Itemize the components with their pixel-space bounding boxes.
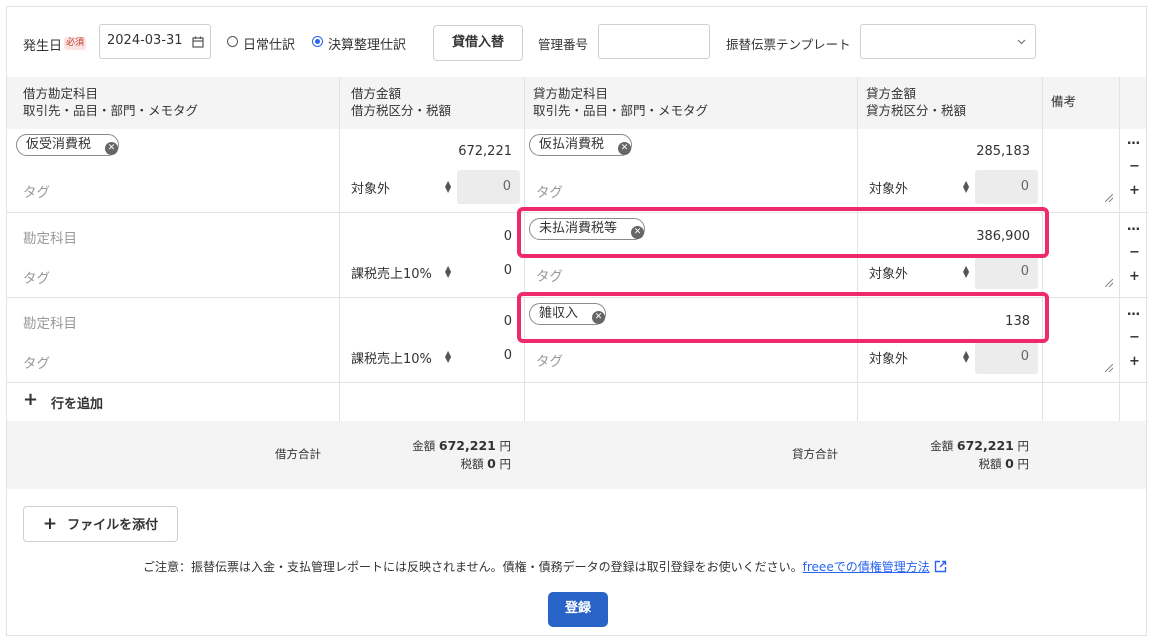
account-input[interactable]: 勘定科目: [23, 227, 77, 247]
tag-input[interactable]: タグ: [536, 265, 563, 285]
notice: ご注意：振替伝票は入金・支払管理レポートには反映されません。債権・債務データの登…: [143, 558, 947, 575]
credit-tax-category-select[interactable]: 対象外 ▲ ▼: [869, 348, 969, 368]
row-add-icon[interactable]: +: [1129, 183, 1140, 198]
col-memo: 備考: [1051, 94, 1077, 109]
chevron-down-icon: [1017, 39, 1026, 45]
swap-debit-credit-button[interactable]: 貸借入替: [433, 25, 523, 61]
tag-input[interactable]: タグ: [536, 350, 563, 370]
journal-entry-form: 発生日 必須 2024-03-31 日常仕訳 決算整理仕訳 貸借入替 管理番号 …: [6, 6, 1148, 636]
submit-button[interactable]: 登録: [548, 592, 608, 627]
debit-tax-amount[interactable]: 0: [457, 170, 520, 204]
row-more-icon[interactable]: …: [1127, 219, 1140, 234]
credit-tax-amount[interactable]: 0: [975, 340, 1038, 374]
debit-total-label: 借方合計: [275, 447, 321, 461]
radio-closing[interactable]: [312, 36, 323, 47]
debit-account-chip[interactable]: 仮受消費税 ✕: [16, 134, 120, 156]
row-more-icon[interactable]: …: [1127, 304, 1140, 319]
col-credit-account: 貸方勘定科目 取引先・品目・部門・メモタグ: [533, 86, 709, 118]
template-label: 振替伝票テンプレート: [726, 37, 851, 52]
required-badge: 必須: [64, 37, 87, 50]
radio-normal-label[interactable]: 日常仕訳: [243, 34, 295, 53]
plus-icon: +: [42, 514, 58, 534]
debit-tax-amount[interactable]: 0: [457, 348, 512, 363]
row-add-icon[interactable]: +: [1129, 269, 1140, 284]
issue-date-label: 発生日: [23, 39, 63, 54]
issue-date-value: 2024-03-31: [107, 33, 183, 48]
external-link-icon[interactable]: [934, 560, 947, 573]
debit-tax-amount[interactable]: 0: [457, 263, 512, 278]
credit-total-label: 貸方合計: [792, 447, 838, 461]
form-header: 発生日 必須 2024-03-31 日常仕訳 決算整理仕訳 貸借入替 管理番号 …: [7, 7, 1146, 77]
highlight-box: [517, 292, 1049, 343]
issue-date-input[interactable]: 2024-03-31: [99, 24, 211, 59]
col-credit-amount: 貸方金額 貸方税区分・税額: [866, 86, 967, 118]
col-debit-account: 借方勘定科目 取引先・品目・部門・メモタグ: [23, 86, 199, 118]
col-debit-amount: 借方金額 借方税区分・税額: [351, 86, 452, 118]
debit-tax-category-select[interactable]: 課税売上10% ▲ ▼: [351, 348, 451, 368]
row-remove-icon[interactable]: −: [1129, 159, 1140, 174]
row-add-icon[interactable]: +: [1129, 354, 1140, 369]
notice-link[interactable]: freeeでの債権管理方法: [803, 560, 930, 574]
credit-account-chip[interactable]: 仮払消費税 ✕: [529, 134, 633, 156]
totals-row: 借方合計 金額 672,221 円 税額 0 円 貸方合計 金額 672,221…: [7, 421, 1146, 489]
template-select[interactable]: [860, 24, 1036, 59]
radio-normal[interactable]: [227, 36, 238, 47]
highlight-box: [517, 207, 1049, 258]
memo-resize-handle[interactable]: [1105, 279, 1113, 287]
close-icon[interactable]: ✕: [618, 142, 632, 155]
manage-no-input[interactable]: [598, 24, 710, 59]
tag-input[interactable]: タグ: [536, 181, 563, 201]
debit-amount[interactable]: 0: [407, 314, 512, 329]
table-header: 借方勘定科目 取引先・品目・部門・メモタグ 借方金額 借方税区分・税額 貸方勘定科目…: [7, 77, 1146, 129]
debit-total: 金額 672,221 円 税額 0 円: [412, 438, 511, 471]
tag-input[interactable]: タグ: [23, 267, 50, 287]
credit-total: 金額 672,221 円 税額 0 円: [930, 438, 1029, 471]
row-more-icon[interactable]: …: [1127, 133, 1140, 148]
debit-amount[interactable]: 0: [407, 229, 512, 244]
row-remove-icon[interactable]: −: [1129, 330, 1140, 345]
calendar-icon[interactable]: [192, 36, 204, 48]
account-input[interactable]: 勘定科目: [23, 312, 77, 332]
credit-tax-category-select[interactable]: 対象外 ▲ ▼: [869, 263, 969, 283]
credit-tax-category-select[interactable]: 対象外 ▲ ▼: [869, 178, 969, 198]
credit-tax-amount[interactable]: 0: [975, 255, 1038, 289]
row-remove-icon[interactable]: −: [1129, 245, 1140, 260]
manage-no-label: 管理番号: [538, 37, 589, 52]
debit-tax-category-select[interactable]: 対象外 ▲ ▼: [351, 178, 451, 198]
plus-icon: +: [23, 389, 39, 410]
attach-file-button[interactable]: + ファイルを添付: [23, 506, 178, 542]
notice-text: ご注意：振替伝票は入金・支払管理レポートには反映されません。債権・債務データの登…: [143, 560, 803, 574]
close-icon[interactable]: ✕: [105, 142, 119, 155]
debit-tax-category-select[interactable]: 課税売上10% ▲ ▼: [351, 263, 451, 283]
tag-input[interactable]: タグ: [23, 352, 50, 372]
radio-closing-label[interactable]: 決算整理仕訳: [328, 34, 406, 53]
debit-amount[interactable]: 672,221: [407, 144, 512, 159]
memo-resize-handle[interactable]: [1105, 364, 1113, 372]
credit-amount[interactable]: 285,183: [927, 144, 1030, 159]
memo-resize-handle[interactable]: [1105, 194, 1113, 202]
credit-tax-amount[interactable]: 0: [975, 170, 1038, 204]
tag-input[interactable]: タグ: [23, 181, 50, 201]
